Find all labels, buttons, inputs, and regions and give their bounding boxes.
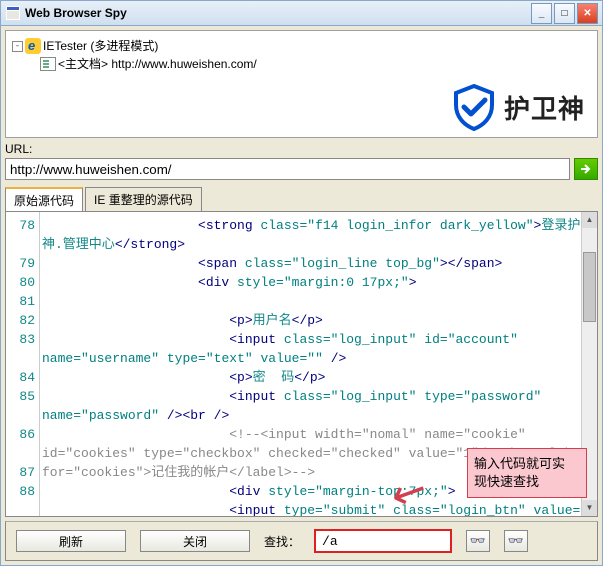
browser-tree-panel: - IETester (多进程模式) <主文档> http://www.huwe… <box>5 30 598 138</box>
ie-icon <box>25 38 41 54</box>
window-body: - IETester (多进程模式) <主文档> http://www.huwe… <box>0 26 603 566</box>
brand-logo: 护卫神 <box>450 83 585 131</box>
go-button[interactable] <box>574 158 598 180</box>
url-bar <box>5 158 598 180</box>
source-tabs: 原始源代码 IE 重整理的源代码 <box>5 187 598 212</box>
scroll-thumb[interactable] <box>583 252 596 322</box>
find-prev-button[interactable]: 👓 <box>466 530 490 552</box>
maximize-button[interactable]: □ <box>554 3 575 24</box>
find-input[interactable] <box>314 529 452 553</box>
url-label: URL: <box>5 142 598 156</box>
titlebar: Web Browser Spy _ □ ✕ <box>0 0 603 26</box>
source-code-panel: 78798081828384858687888990 <strong class… <box>5 211 598 517</box>
app-icon <box>5 5 21 21</box>
line-number-gutter: 78798081828384858687888990 <box>6 212 40 516</box>
binoculars-down-icon: 👓 <box>508 533 524 549</box>
tab-raw-source[interactable]: 原始源代码 <box>5 187 83 212</box>
collapse-icon[interactable]: - <box>12 41 23 52</box>
hint-tooltip: 输入代码就可实 现快速查找 ↙ <box>467 448 587 498</box>
minimize-button[interactable]: _ <box>531 3 552 24</box>
tree-child-label: <主文档> http://www.huweishen.com/ <box>58 55 257 73</box>
document-icon <box>40 57 56 71</box>
url-input[interactable] <box>5 158 570 180</box>
find-next-button[interactable]: 👓 <box>504 530 528 552</box>
window-title: Web Browser Spy <box>25 6 529 20</box>
tooltip-line-2: 现快速查找 <box>474 473 580 491</box>
bottom-toolbar: 刷新 关闭 查找： 👓 👓 <box>5 521 598 561</box>
tree-root-label: IETester (多进程模式) <box>43 37 158 55</box>
close-button[interactable]: ✕ <box>577 3 598 24</box>
find-label: 查找： <box>264 533 300 550</box>
brand-text: 护卫神 <box>504 89 585 126</box>
close-panel-button[interactable]: 关闭 <box>140 530 250 552</box>
scroll-down-icon[interactable]: ▼ <box>582 500 597 516</box>
tab-ie-source[interactable]: IE 重整理的源代码 <box>85 187 202 212</box>
tooltip-line-1: 输入代码就可实 <box>474 455 580 473</box>
shield-icon <box>450 83 498 131</box>
tree-root-row[interactable]: - IETester (多进程模式) <box>12 37 591 55</box>
arrow-right-icon <box>579 162 593 176</box>
refresh-button[interactable]: 刷新 <box>16 530 126 552</box>
binoculars-up-icon: 👓 <box>470 533 486 549</box>
tree-child-row[interactable]: <主文档> http://www.huweishen.com/ <box>40 55 591 73</box>
scroll-up-icon[interactable]: ▲ <box>582 212 597 228</box>
